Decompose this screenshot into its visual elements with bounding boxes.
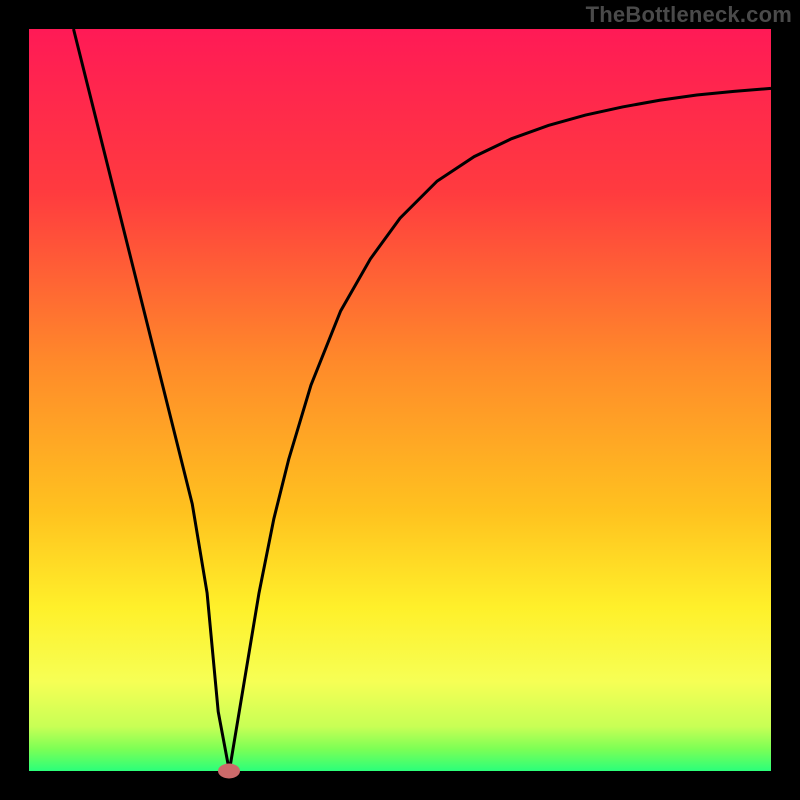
- chart-frame: TheBottleneck.com: [0, 0, 800, 800]
- watermark-text: TheBottleneck.com: [586, 2, 792, 28]
- minimum-marker: [218, 764, 240, 779]
- plot-area: [29, 29, 771, 771]
- bottleneck-curve: [29, 29, 771, 771]
